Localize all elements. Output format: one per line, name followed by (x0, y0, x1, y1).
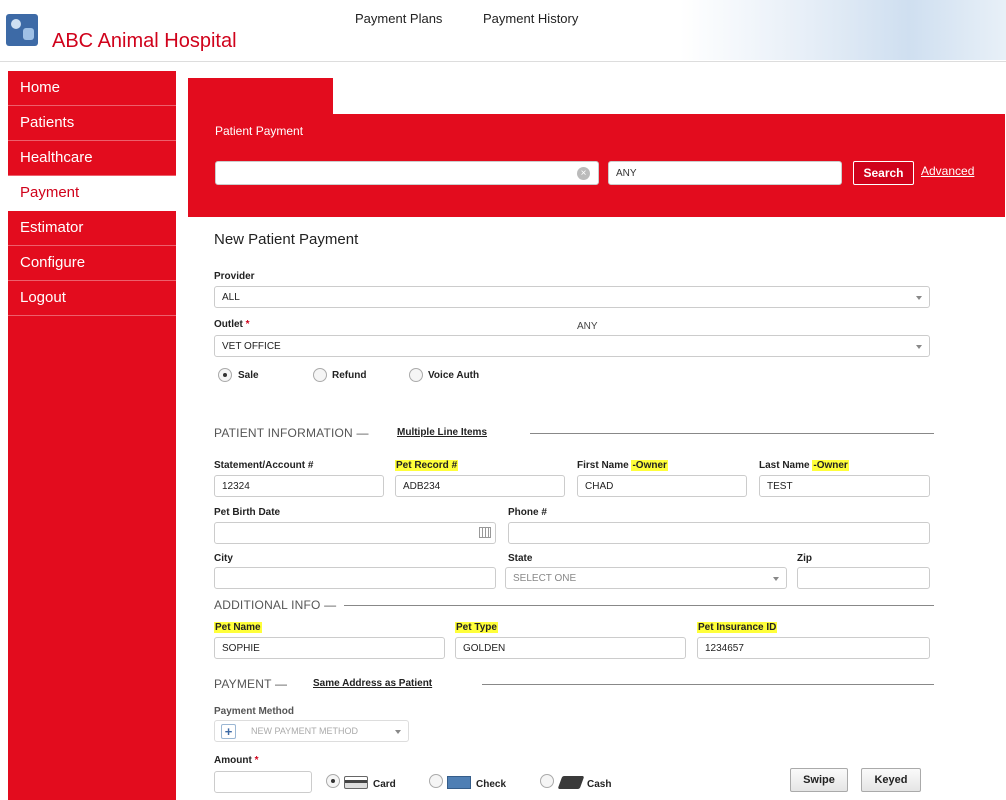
tab-patient-payments[interactable]: Patient Payments (207, 0, 309, 38)
sale-radio[interactable] (218, 368, 232, 382)
check-icon (447, 776, 471, 789)
outlet-value: VET OFFICE (222, 341, 281, 352)
outlet-label: Outlet * (214, 319, 250, 330)
tab-strip (333, 78, 1005, 114)
panel-title: Patient Payment (215, 124, 304, 138)
tab-payment-plans[interactable]: Payment Plans (355, 0, 442, 38)
statement-field[interactable]: 12324 (214, 475, 384, 497)
provider-value: ALL (222, 292, 240, 303)
section-divider (530, 433, 934, 434)
pet-name-field[interactable]: SOPHIE (214, 637, 445, 659)
provider-label: Provider (214, 271, 255, 282)
additional-info-heading: ADDITIONAL INFO — (214, 598, 337, 612)
pet-name-label: Pet Name (214, 622, 262, 633)
state-value: SELECT ONE (513, 573, 577, 584)
zip-label: Zip (797, 553, 812, 564)
same-address-link[interactable]: Same Address as Patient (313, 678, 432, 689)
search-input[interactable]: × (215, 161, 599, 185)
cash-icon (557, 776, 585, 789)
state-select[interactable]: SELECT ONE (505, 567, 787, 589)
tab-payment-history[interactable]: Payment History (483, 0, 578, 38)
voice-auth-radio[interactable] (409, 368, 423, 382)
keyed-button[interactable]: Keyed (861, 768, 921, 792)
birth-date-label: Pet Birth Date (214, 507, 281, 518)
search-button[interactable]: Search (853, 161, 914, 185)
sale-label: Sale (238, 370, 259, 381)
amount-label: Amount * (214, 755, 259, 766)
chevron-down-icon (773, 577, 779, 581)
pet-type-field[interactable]: GOLDEN (455, 637, 686, 659)
clear-icon[interactable]: × (577, 167, 590, 180)
cash-radio[interactable] (540, 774, 554, 788)
check-radio[interactable] (429, 774, 443, 788)
phone-field[interactable] (508, 522, 930, 544)
provider-select[interactable]: ALL (214, 286, 930, 308)
outlet-note: ANY (577, 321, 598, 332)
city-field[interactable] (214, 567, 496, 589)
sidebar-item-patients[interactable]: Patients (8, 106, 176, 141)
pet-insurance-label: Pet Insurance ID (697, 622, 778, 633)
chevron-down-icon (395, 730, 401, 734)
section-divider (482, 684, 934, 685)
search-scope-select[interactable]: ANY (608, 161, 842, 185)
birth-date-field[interactable] (214, 522, 496, 544)
sidebar-item-configure[interactable]: Configure (8, 246, 176, 281)
required-marker: * (245, 319, 250, 330)
check-label: Check (476, 779, 507, 790)
sidebar-item-home[interactable]: Home (8, 71, 176, 106)
first-name-label: First Name -Owner (577, 460, 668, 471)
sidebar: Home Patients Healthcare Payment Estimat… (8, 71, 176, 800)
section-divider (344, 605, 934, 606)
hospital-logo-icon (6, 14, 38, 46)
card-label: Card (373, 779, 396, 790)
chevron-down-icon (916, 345, 922, 349)
credit-card-icon (344, 776, 368, 789)
outlet-select[interactable]: VET OFFICE (214, 335, 930, 357)
advanced-search-link[interactable]: Advanced (921, 164, 974, 178)
zip-field[interactable] (797, 567, 930, 589)
last-name-label: Last Name -Owner (759, 460, 849, 471)
statement-label: Statement/Account # (214, 460, 314, 471)
first-name-field[interactable]: CHAD (577, 475, 747, 497)
last-name-field[interactable]: TEST (759, 475, 930, 497)
phone-label: Phone # (508, 507, 547, 518)
pet-record-field[interactable]: ADB234 (395, 475, 565, 497)
page-title: New Patient Payment (214, 231, 359, 248)
refund-label: Refund (332, 370, 367, 381)
payment-heading: PAYMENT — (214, 677, 288, 691)
outlet-label-text: Outlet (214, 319, 243, 330)
swipe-button[interactable]: Swipe (790, 768, 848, 792)
payment-method-label: Payment Method (214, 706, 295, 717)
card-radio[interactable] (326, 774, 340, 788)
header-decoration (680, 0, 1006, 60)
pet-type-label: Pet Type (455, 622, 498, 633)
cash-label: Cash (587, 779, 612, 790)
calendar-icon[interactable] (479, 527, 491, 538)
patient-info-heading: PATIENT INFORMATION — (214, 426, 369, 440)
amount-field[interactable] (214, 771, 312, 793)
sidebar-item-estimator[interactable]: Estimator (8, 211, 176, 246)
payment-method-select[interactable]: + NEW PAYMENT METHOD (214, 720, 409, 742)
refund-radio[interactable] (313, 368, 327, 382)
chevron-down-icon (916, 296, 922, 300)
multiple-line-items-link[interactable]: Multiple Line Items (397, 427, 487, 438)
sidebar-item-payment[interactable]: Payment (8, 176, 176, 211)
voice-auth-label: Voice Auth (428, 370, 480, 381)
payment-method-value: NEW PAYMENT METHOD (251, 726, 359, 736)
city-label: City (214, 553, 233, 564)
plus-icon: + (221, 724, 236, 739)
pet-insurance-field[interactable]: 1234657 (697, 637, 930, 659)
sidebar-item-healthcare[interactable]: Healthcare (8, 141, 176, 176)
pet-record-label: Pet Record # (395, 460, 459, 471)
sidebar-item-logout[interactable]: Logout (8, 281, 176, 316)
state-label: State (508, 553, 533, 564)
